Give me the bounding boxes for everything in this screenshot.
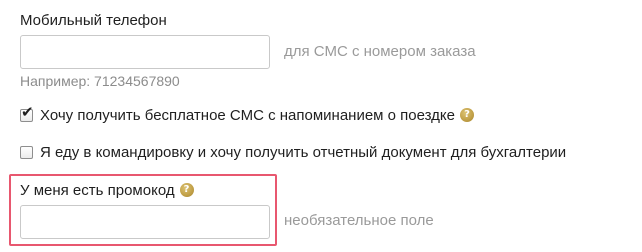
business-trip-checkbox[interactable] — [20, 145, 33, 159]
reminder-sms-checkbox[interactable]: ✔ — [20, 104, 34, 122]
phone-hint: для СМС с номером заказа — [284, 43, 476, 60]
question-icon[interactable]: ? — [460, 108, 475, 122]
promo-label: У меня есть промокод — [20, 181, 175, 199]
phone-input[interactable] — [20, 35, 270, 69]
question-icon[interactable]: ? — [179, 183, 194, 197]
promo-code-input[interactable] — [20, 205, 270, 239]
business-trip-option[interactable]: Я еду в командировку и хочу получить отч… — [20, 142, 566, 162]
reminder-sms-label[interactable]: Хочу получить бесплатное СМС с напоминан… — [40, 107, 455, 124]
reminder-sms-option[interactable]: ✔ Хочу получить бесплатное СМС с напомин… — [20, 104, 475, 125]
checkmark-icon: ✔ — [21, 102, 34, 121]
business-trip-label[interactable]: Я еду в командировку и хочу получить отч… — [40, 144, 566, 161]
promo-label-row: У меня есть промокод ? — [20, 180, 194, 200]
promo-hint: необязательное поле — [284, 212, 434, 229]
phone-example: Например: 71234567890 — [20, 73, 180, 89]
phone-label: Мобильный телефон — [20, 12, 167, 29]
